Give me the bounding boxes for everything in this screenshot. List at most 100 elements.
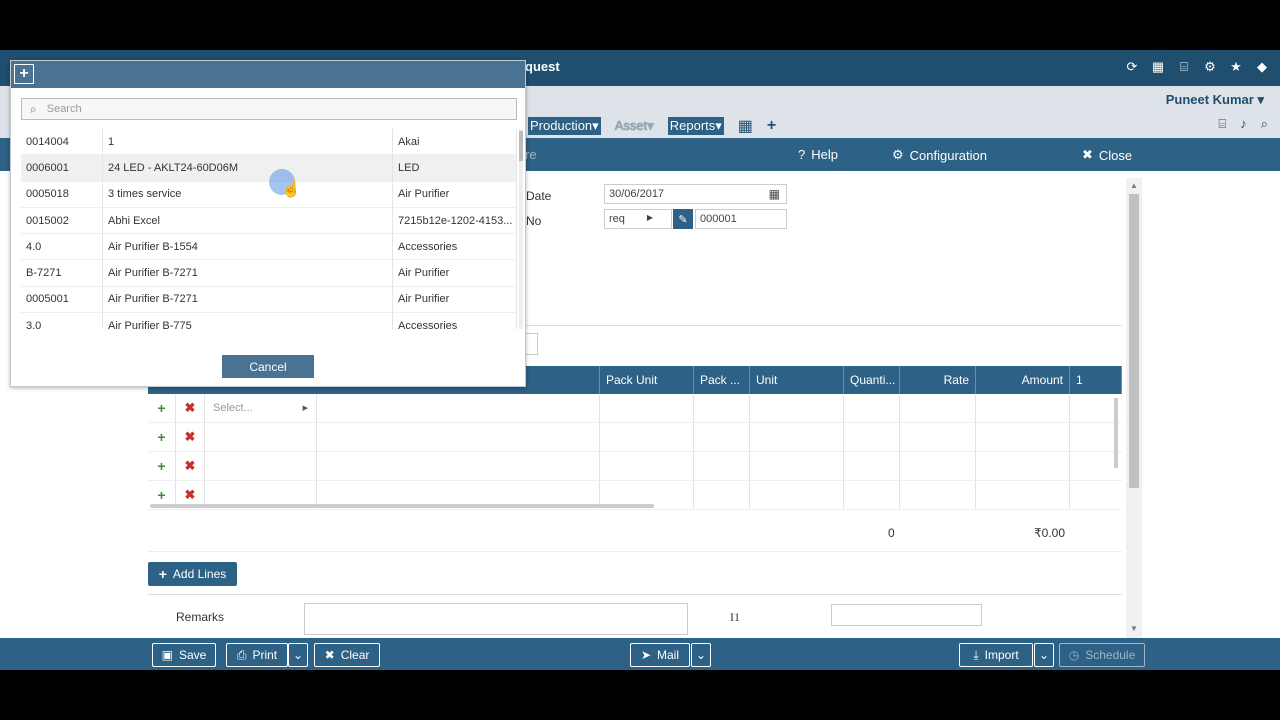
item-lookup-modal: + ⌕ Search 0014004 1 Akai 0006001 24 LED - … [10, 60, 526, 387]
col-extra[interactable]: 1 [1070, 366, 1122, 394]
folder-open-icon[interactable]: ⌸ [1176, 59, 1192, 75]
cancel-button[interactable]: Cancel [222, 355, 314, 378]
refresh-icon[interactable]: ⟳ [1124, 59, 1140, 75]
page-title: quest [525, 59, 560, 74]
sub-header-left: re [525, 147, 537, 162]
delete-row-icon[interactable]: ✖ [176, 423, 205, 451]
add-lines-button[interactable]: + Add Lines [148, 562, 237, 586]
save-button[interactable]: ▣ Save [152, 643, 216, 667]
lookup-list: 0014004 1 Akai 0006001 24 LED - AKLT24-60D0… [21, 129, 517, 329]
lookup-scroll-thumb[interactable] [519, 131, 523, 161]
remarks-label: Remarks [176, 610, 225, 624]
footer-toolbar: ▣ Save ⎙ Print ⌄ ✖ Clear ➤ Mail ⌄ ⤓ Import ⌄ … [0, 638, 1280, 670]
print-button[interactable]: ⎙ Print [226, 643, 288, 667]
modal-header: + [11, 61, 525, 88]
caret-right-icon: ▶ [646, 213, 653, 222]
list-item[interactable]: 0015002 Abhi Excel 7215b12e-1202-4153... [21, 207, 517, 235]
col-quantity[interactable]: Quanti... [844, 366, 900, 394]
table-row: + ✖ Select... ▶ [148, 394, 1122, 423]
add-row-icon[interactable]: + [148, 394, 176, 422]
save-icon: ▣ [161, 648, 173, 662]
col-rate[interactable]: Rate [900, 366, 976, 394]
add-row-icon[interactable]: + [148, 452, 176, 480]
grid-vscroll[interactable] [1114, 398, 1118, 468]
date-label: Date [526, 189, 552, 203]
main-menu: Production▾ Asset▾ Reports▾ ▦ + [528, 116, 776, 136]
app-window: quest ⟳ ▦ ⌸ ⚙ ★ ◆ Puneet Kumar ▾ Product… [0, 50, 1280, 670]
gears-icon: ⚙ [892, 147, 904, 162]
scroll-up-icon[interactable]: ▲ [1130, 181, 1138, 190]
clear-button[interactable]: ✖ Clear [314, 643, 380, 667]
list-item[interactable]: 0014004 1 Akai [21, 129, 517, 156]
delete-row-icon[interactable]: ✖ [176, 394, 205, 422]
clear-icon: ✖ [324, 648, 335, 662]
gear-icon[interactable]: ⚙ [1202, 59, 1218, 75]
add-row-icon[interactable]: + [148, 423, 176, 451]
schedule-button[interactable]: ◷ Schedule [1059, 643, 1145, 667]
no-value-input[interactable]: 000001 [695, 209, 787, 229]
mail-dropdown[interactable]: ⌄ [691, 643, 711, 667]
grid-hscroll[interactable] [150, 504, 654, 508]
print-dropdown[interactable]: ⌄ [288, 643, 308, 667]
close-icon: ✖ [1082, 147, 1093, 162]
mail-button[interactable]: ➤ Mail [630, 643, 690, 667]
print-icon: ⎙ [236, 647, 247, 662]
i1-input[interactable] [831, 604, 982, 626]
top-icons: ⟳ ▦ ⌸ ⚙ ★ ◆ [1124, 59, 1270, 75]
tag-icon[interactable]: ◆ [1254, 59, 1270, 75]
search-icon: ⌕ [30, 101, 37, 116]
col-unit[interactable]: Unit [750, 366, 844, 394]
list-item[interactable]: 3.0 Air Purifier B-775 Accessories [21, 313, 517, 329]
item-select[interactable]: Select... ▶ [205, 394, 317, 422]
total-quantity: 0 [888, 526, 895, 540]
no-prefix-select[interactable]: req ▶ [604, 209, 672, 229]
chevron-down-icon: ⌄ [695, 648, 707, 662]
configuration-button[interactable]: ⚙ Configuration [892, 147, 987, 163]
help-button[interactable]: ? Help [798, 147, 838, 162]
calendar-icon[interactable]: ▦ [1150, 59, 1166, 75]
divider [526, 325, 1122, 326]
menu-tools: ⌸ ♪ ⌕ [1218, 116, 1268, 132]
user-menu[interactable]: Puneet Kumar ▾ [1166, 92, 1264, 108]
table-row: + ✖ [148, 452, 1122, 481]
col-pack[interactable]: Pack ... [694, 366, 750, 394]
list-item[interactable]: 0005001 Air Purifier B-7271 Air Purifier [21, 286, 517, 314]
col-pack-unit[interactable]: Pack Unit [600, 366, 694, 394]
total-amount: ₹0.00 [1034, 526, 1065, 540]
i1-label: I1 [730, 610, 740, 624]
chevron-down-icon: ⌄ [292, 648, 304, 662]
remarks-input[interactable] [304, 603, 688, 635]
plus-icon: + [158, 566, 167, 582]
scroll-thumb[interactable] [1129, 194, 1139, 488]
calendar-add-icon[interactable]: ▦ [738, 116, 753, 136]
add-item-button[interactable]: + [14, 64, 34, 84]
date-input[interactable]: 30/06/2017 ▦ [604, 184, 787, 204]
modal-search-input[interactable]: ⌕ Search [21, 98, 517, 120]
send-icon: ➤ [640, 648, 652, 662]
chevron-down-icon: ⌄ [1038, 648, 1050, 662]
bell-icon[interactable]: ♪ [1240, 116, 1247, 132]
folder-icon[interactable]: ⌸ [1218, 116, 1226, 132]
menu-asset[interactable]: Asset▾ [615, 118, 654, 134]
search-icon[interactable]: ⌕ [1261, 116, 1268, 132]
col-amount[interactable]: Amount [976, 366, 1070, 394]
plus-icon[interactable]: + [767, 117, 776, 135]
list-item[interactable]: B-7271 Air Purifier B-7271 Air Purifier [21, 260, 517, 287]
close-button[interactable]: ✖ Close [1082, 147, 1132, 163]
user-name: Puneet Kumar [1165, 92, 1254, 107]
calendar-icon[interactable]: ▦ [769, 187, 780, 201]
list-item[interactable]: 4.0 Air Purifier B-1554 Accessories [21, 234, 517, 261]
form-scrollbar[interactable]: ▲ ▼ [1126, 178, 1142, 638]
download-icon: ⤓ [973, 647, 979, 662]
scroll-down-icon[interactable]: ▼ [1130, 624, 1138, 633]
delete-row-icon[interactable]: ✖ [176, 452, 205, 480]
help-icon: ? [798, 147, 806, 162]
import-button[interactable]: ⤓ Import [959, 643, 1033, 667]
menu-reports[interactable]: Reports▾ [667, 117, 724, 135]
menu-production[interactable]: Production▾ [528, 117, 601, 135]
star-icon[interactable]: ★ [1228, 59, 1244, 75]
lookup-scrollbar[interactable] [519, 129, 523, 329]
pencil-icon[interactable]: ✎ [673, 209, 693, 229]
line-items-grid: Pack Unit Pack ... Unit Quanti... Rate A… [148, 366, 1122, 510]
import-dropdown[interactable]: ⌄ [1034, 643, 1054, 667]
